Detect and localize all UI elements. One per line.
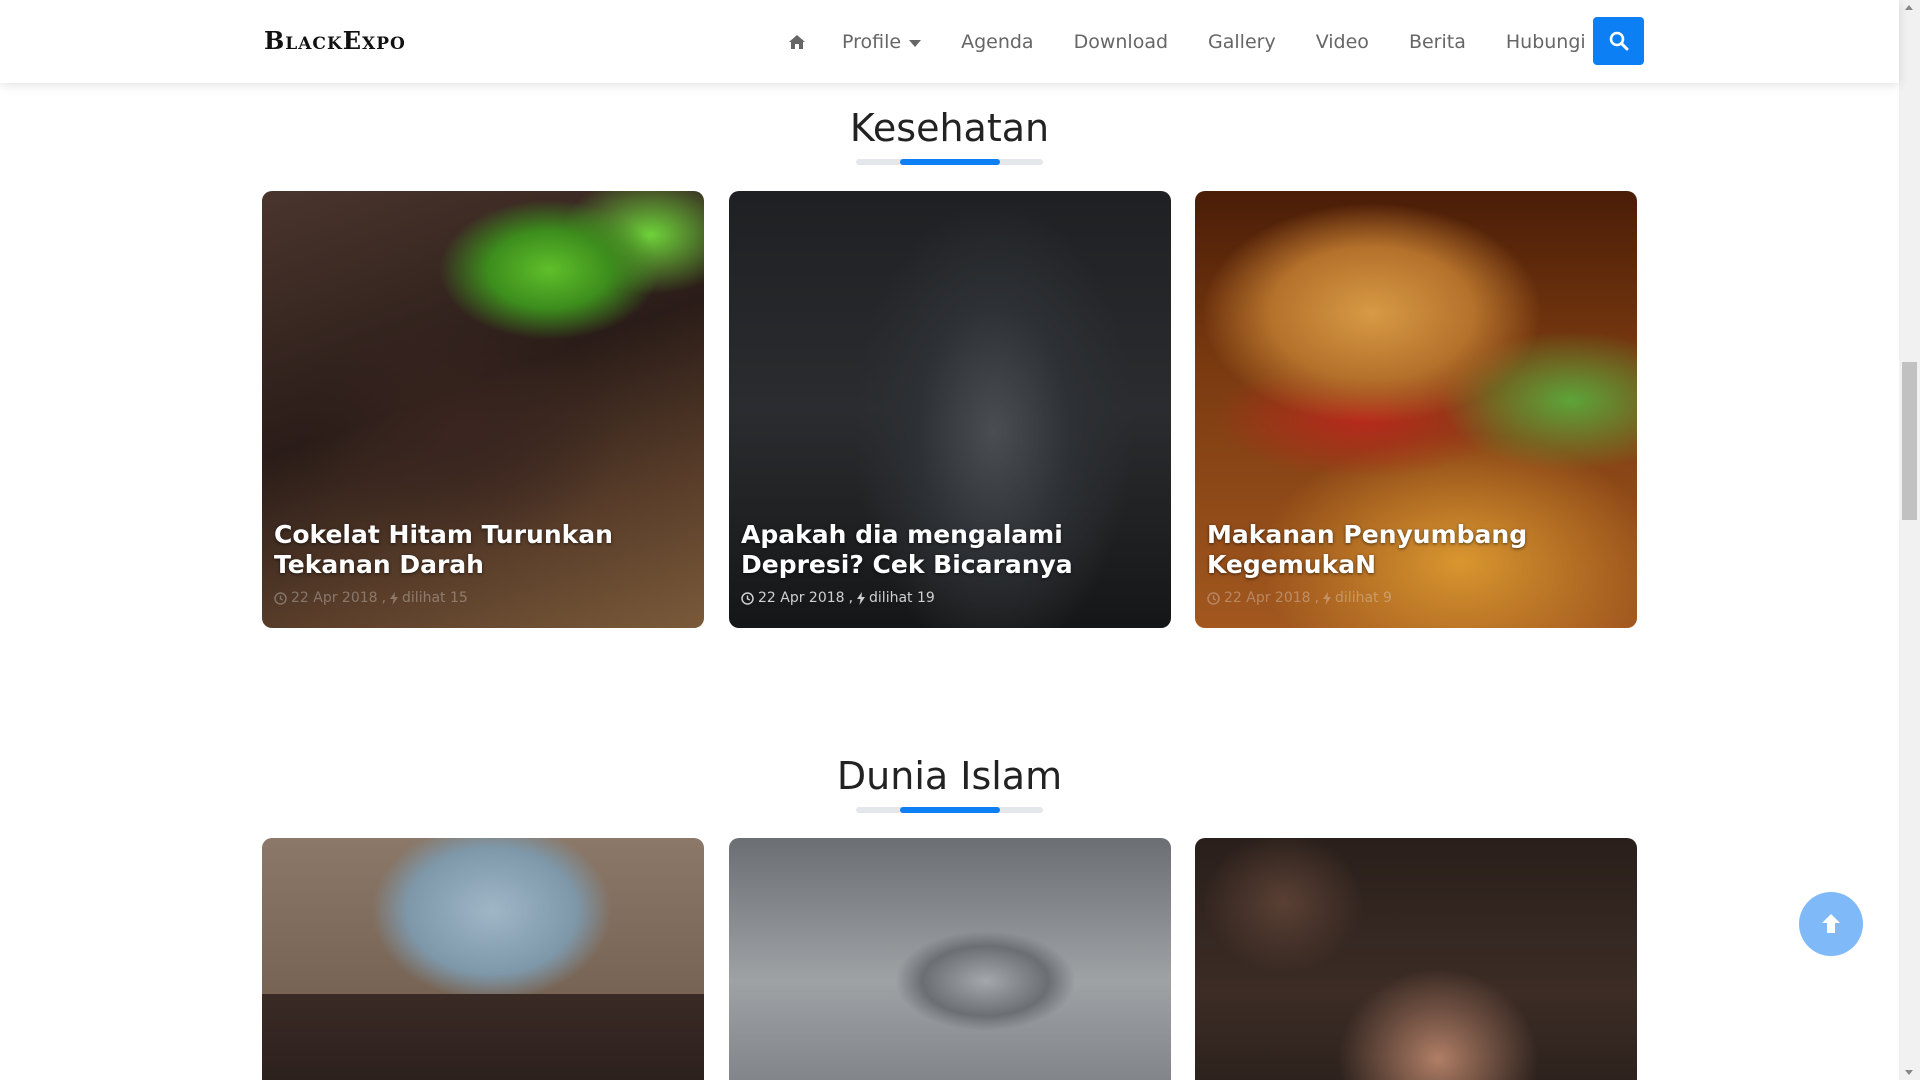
card-caption: Cokelat Hitam Turunkan Tekanan Darah 22 … — [274, 520, 692, 606]
bolt-icon — [390, 591, 399, 605]
title-underline — [856, 807, 1043, 813]
navbar: BlackExpo Profile Agenda Download Galler… — [0, 0, 1899, 83]
article-card[interactable]: Apakah dia mengalami Depresi? Cek Bicara… — [729, 191, 1171, 628]
meta-separator: , — [848, 590, 854, 606]
nav-video[interactable]: Video — [1316, 31, 1369, 53]
card-meta: 22 Apr 2018, dilihat 9 — [1207, 590, 1625, 606]
scrollbar[interactable] — [1899, 0, 1920, 1080]
title-underline-accent — [900, 159, 1000, 165]
nav-agenda[interactable]: Agenda — [961, 31, 1034, 53]
article-card[interactable]: Makanan Penyumbang KegemukaN 22 Apr 2018… — [1195, 191, 1637, 628]
nav-profile-label: Profile — [842, 30, 902, 53]
clock-icon — [1207, 591, 1220, 605]
card-meta: 22 Apr 2018, dilihat 15 — [274, 590, 692, 606]
article-card[interactable] — [262, 838, 704, 1080]
card-title[interactable]: Makanan Penyumbang KegemukaN — [1207, 520, 1625, 580]
nav-profile[interactable]: Profile — [842, 30, 922, 53]
caret-down-icon — [909, 39, 922, 47]
card-views: dilihat 15 — [402, 590, 468, 606]
bolt-icon — [857, 591, 866, 605]
scrollbar-thumb[interactable] — [1902, 362, 1917, 520]
nav-gallery[interactable]: Gallery — [1208, 31, 1276, 53]
meta-separator: , — [381, 590, 387, 606]
title-underline-accent — [900, 807, 1000, 813]
card-caption: Apakah dia mengalami Depresi? Cek Bicara… — [741, 520, 1159, 606]
section-title-kesehatan: Kesehatan — [849, 106, 1050, 150]
section-title-dunia-islam: Dunia Islam — [836, 754, 1063, 798]
search-icon — [1609, 31, 1628, 51]
main-nav: Profile Agenda Download Gallery Video Be… — [788, 0, 1626, 83]
clock-icon — [274, 591, 287, 605]
card-title[interactable]: Cokelat Hitam Turunkan Tekanan Darah — [274, 520, 692, 580]
search-button[interactable] — [1593, 17, 1644, 65]
bolt-icon — [1323, 591, 1332, 605]
card-date: 22 Apr 2018 — [1224, 590, 1311, 606]
scroll-down-arrow-icon[interactable] — [1905, 1070, 1913, 1075]
card-date: 22 Apr 2018 — [291, 590, 378, 606]
card-views: dilihat 19 — [869, 590, 935, 606]
nav-home[interactable] — [788, 34, 806, 50]
back-to-top-button[interactable] — [1799, 892, 1863, 956]
card-meta: 22 Apr 2018, dilihat 19 — [741, 590, 1159, 606]
nav-download[interactable]: Download — [1074, 31, 1168, 53]
clock-icon — [741, 591, 754, 605]
nav-berita[interactable]: Berita — [1409, 31, 1466, 53]
card-title[interactable]: Apakah dia mengalami Depresi? Cek Bicara… — [741, 520, 1159, 580]
card-caption: Makanan Penyumbang KegemukaN 22 Apr 2018… — [1207, 520, 1625, 606]
home-icon — [789, 34, 805, 49]
article-card[interactable]: Cokelat Hitam Turunkan Tekanan Darah 22 … — [262, 191, 704, 628]
nav-hubungi[interactable]: Hubungi — [1506, 31, 1586, 53]
card-date: 22 Apr 2018 — [758, 590, 845, 606]
article-card[interactable] — [1195, 838, 1637, 1080]
card-views: dilihat 9 — [1335, 590, 1392, 606]
scroll-up-arrow-icon[interactable] — [1905, 5, 1913, 10]
meta-separator: , — [1314, 590, 1320, 606]
arrow-up-icon — [1822, 914, 1840, 933]
title-underline — [856, 159, 1043, 165]
brand-logo[interactable]: BlackExpo — [264, 26, 406, 55]
article-card[interactable] — [729, 838, 1171, 1080]
